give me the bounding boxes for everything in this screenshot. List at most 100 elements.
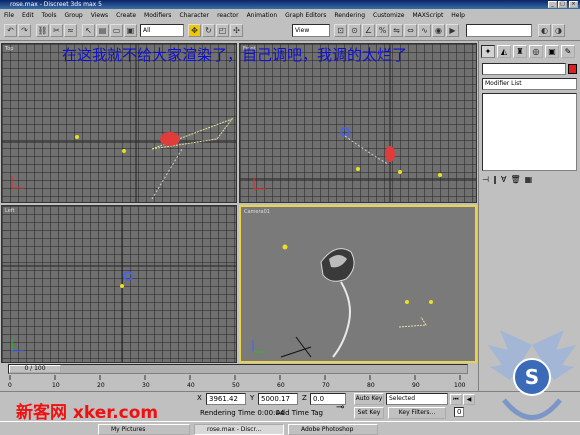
select-and-move-icon[interactable]: ✥ bbox=[188, 24, 201, 37]
key-icon: ⊸ bbox=[336, 402, 345, 413]
maximize-button[interactable]: □ bbox=[558, 1, 567, 8]
playback-controls: ⏮ ◀ bbox=[450, 394, 475, 405]
menu-rendering[interactable]: Rendering bbox=[334, 12, 365, 19]
motion-tab-icon[interactable]: ◎ bbox=[529, 45, 543, 58]
render-scene-icon[interactable]: ▶ bbox=[446, 24, 459, 37]
tick-label: 40 bbox=[187, 382, 195, 389]
select-by-name-icon[interactable]: ▤ bbox=[96, 24, 109, 37]
object-name-field[interactable] bbox=[482, 63, 566, 75]
top-viewport-scene bbox=[2, 44, 236, 202]
rectangular-selection-icon[interactable]: ▭ bbox=[110, 24, 123, 37]
window-crossing-icon[interactable]: ▣ bbox=[124, 24, 137, 37]
y-coordinate-value: 5000.17 bbox=[261, 395, 290, 403]
percent-snap-icon[interactable]: % bbox=[376, 24, 389, 37]
viewport-left[interactable]: Left bbox=[1, 205, 237, 363]
add-time-tag[interactable]: Add Time Tag bbox=[276, 409, 323, 417]
menu-tools[interactable]: Tools bbox=[42, 12, 57, 19]
time-slider-track[interactable]: 0 / 100 bbox=[8, 364, 468, 374]
use-pivot-center-icon[interactable]: ⊡ bbox=[334, 24, 347, 37]
key-filters-button[interactable]: Key Filters... bbox=[388, 407, 446, 419]
tick-label: 60 bbox=[277, 382, 285, 389]
configure-modifier-sets-icon[interactable]: ▦ bbox=[525, 175, 533, 187]
remove-modifier-icon[interactable]: 🗑 bbox=[510, 175, 520, 187]
undo-icon[interactable]: ↶ bbox=[4, 24, 17, 37]
select-and-manipulate-icon[interactable]: ✣ bbox=[230, 24, 243, 37]
display-tab-icon[interactable]: ▣ bbox=[545, 45, 559, 58]
set-key-button[interactable]: Set Key bbox=[354, 407, 384, 419]
align-icon[interactable]: ⇔ bbox=[404, 24, 417, 37]
modifier-list-dropdown[interactable]: Modifier List bbox=[482, 78, 577, 90]
time-slider-thumb[interactable]: 0 / 100 bbox=[9, 365, 61, 373]
menu-maxscript[interactable]: MAXScript bbox=[413, 12, 444, 19]
svg-text:S: S bbox=[525, 365, 539, 389]
named-selection-dropdown[interactable] bbox=[466, 24, 532, 37]
angle-snap-icon[interactable]: ∠ bbox=[362, 24, 375, 37]
timeline: 0 / 100 0 10 20 30 40 50 60 70 80 90 100 bbox=[0, 363, 478, 391]
utilities-tab-icon[interactable]: ✎ bbox=[561, 45, 575, 58]
bind-space-warp-icon[interactable]: ≈ bbox=[64, 24, 77, 37]
menu-customize[interactable]: Customize bbox=[373, 12, 405, 19]
menu-create[interactable]: Create bbox=[116, 12, 136, 19]
render-last-icon[interactable]: ◑ bbox=[552, 24, 565, 37]
current-frame-field[interactable]: 0 bbox=[454, 407, 465, 417]
modify-tab-icon[interactable]: ◭ bbox=[497, 45, 511, 58]
select-icon[interactable]: ↖ bbox=[82, 24, 95, 37]
viewport-top[interactable]: Top bbox=[1, 43, 237, 203]
show-end-result-icon[interactable]: ‖ bbox=[493, 175, 497, 187]
menu-graph-editors[interactable]: Graph Editors bbox=[285, 12, 326, 19]
snap-toggle-icon[interactable]: ⊙ bbox=[348, 24, 361, 37]
menu-group[interactable]: Group bbox=[64, 12, 82, 19]
link-icon[interactable]: ⛓ bbox=[36, 24, 49, 37]
y-coordinate-field[interactable]: 5000.17 bbox=[258, 393, 298, 405]
quick-render-icon[interactable]: ◐ bbox=[538, 24, 551, 37]
redo-icon[interactable]: ↷ bbox=[18, 24, 31, 37]
time-slider-label: 0 / 100 bbox=[24, 365, 46, 372]
logo-emblem: S bbox=[488, 330, 576, 420]
tick-label: 50 bbox=[232, 382, 240, 389]
menu-modifiers[interactable]: Modifiers bbox=[144, 12, 171, 19]
make-unique-icon[interactable]: ∀ bbox=[501, 175, 506, 187]
auto-key-button[interactable]: Auto Key bbox=[354, 393, 384, 405]
mirror-icon[interactable]: ⇋ bbox=[390, 24, 403, 37]
x-coordinate-field[interactable]: 3961.42 bbox=[206, 393, 246, 405]
menu-edit[interactable]: Edit bbox=[22, 12, 34, 19]
viewport-front[interactable]: Front bbox=[239, 43, 477, 203]
material-editor-icon[interactable]: ◉ bbox=[432, 24, 445, 37]
x-coordinate-value: 3961.42 bbox=[209, 395, 238, 403]
taskbar-item[interactable]: Adobe Photoshop bbox=[288, 424, 378, 435]
minimize-button[interactable]: _ bbox=[548, 1, 557, 8]
key-mode-dropdown[interactable]: Selected bbox=[386, 393, 448, 405]
menu-file[interactable]: File bbox=[4, 12, 14, 19]
tick-label: 70 bbox=[322, 382, 330, 389]
close-button[interactable]: × bbox=[569, 1, 578, 8]
select-and-scale-icon[interactable]: ◰ bbox=[216, 24, 229, 37]
taskbar-item-label: rose.max - Discr... bbox=[207, 426, 262, 433]
front-viewport-scene bbox=[240, 44, 476, 202]
reference-coordinate-dropdown[interactable]: View bbox=[292, 24, 330, 37]
taskbar-item[interactable]: My Pictures bbox=[98, 424, 190, 435]
menu-help[interactable]: Help bbox=[451, 12, 465, 19]
auto-key-label: Auto Key bbox=[355, 395, 383, 402]
main-toolbar: ↶ ↷ ⛓ ✂ ≈ ↖ ▤ ▭ ▣ All ✥ ↻ ◰ ✣ View ⊡ ⊙ ∠… bbox=[0, 21, 580, 41]
menu-reactor[interactable]: reactor bbox=[217, 12, 239, 19]
hierarchy-tab-icon[interactable]: ♜ bbox=[513, 45, 527, 58]
modifier-stack[interactable] bbox=[482, 93, 577, 171]
previous-frame-icon[interactable]: ◀ bbox=[463, 394, 475, 405]
viewport-camera[interactable]: Camera01 bbox=[239, 205, 477, 363]
unlink-icon[interactable]: ✂ bbox=[50, 24, 63, 37]
left-viewport-scene bbox=[2, 206, 236, 362]
go-to-start-icon[interactable]: ⏮ bbox=[450, 394, 462, 405]
menu-character[interactable]: Character bbox=[179, 12, 209, 19]
menu-views[interactable]: Views bbox=[91, 12, 108, 19]
curve-editor-icon[interactable]: ∿ bbox=[418, 24, 431, 37]
x-label: X bbox=[197, 394, 202, 402]
menu-animation[interactable]: Animation bbox=[247, 12, 278, 19]
select-and-rotate-icon[interactable]: ↻ bbox=[202, 24, 215, 37]
object-color-swatch[interactable] bbox=[568, 64, 577, 74]
create-tab-icon[interactable]: ✦ bbox=[481, 45, 495, 58]
selection-filter-dropdown[interactable]: All bbox=[140, 24, 184, 37]
taskbar-item[interactable]: rose.max - Discr... bbox=[194, 424, 284, 435]
reference-coordinate-value: View bbox=[295, 27, 310, 34]
pin-stack-icon[interactable]: ⊣ bbox=[482, 175, 489, 187]
set-key-label: Set Key bbox=[357, 409, 381, 416]
